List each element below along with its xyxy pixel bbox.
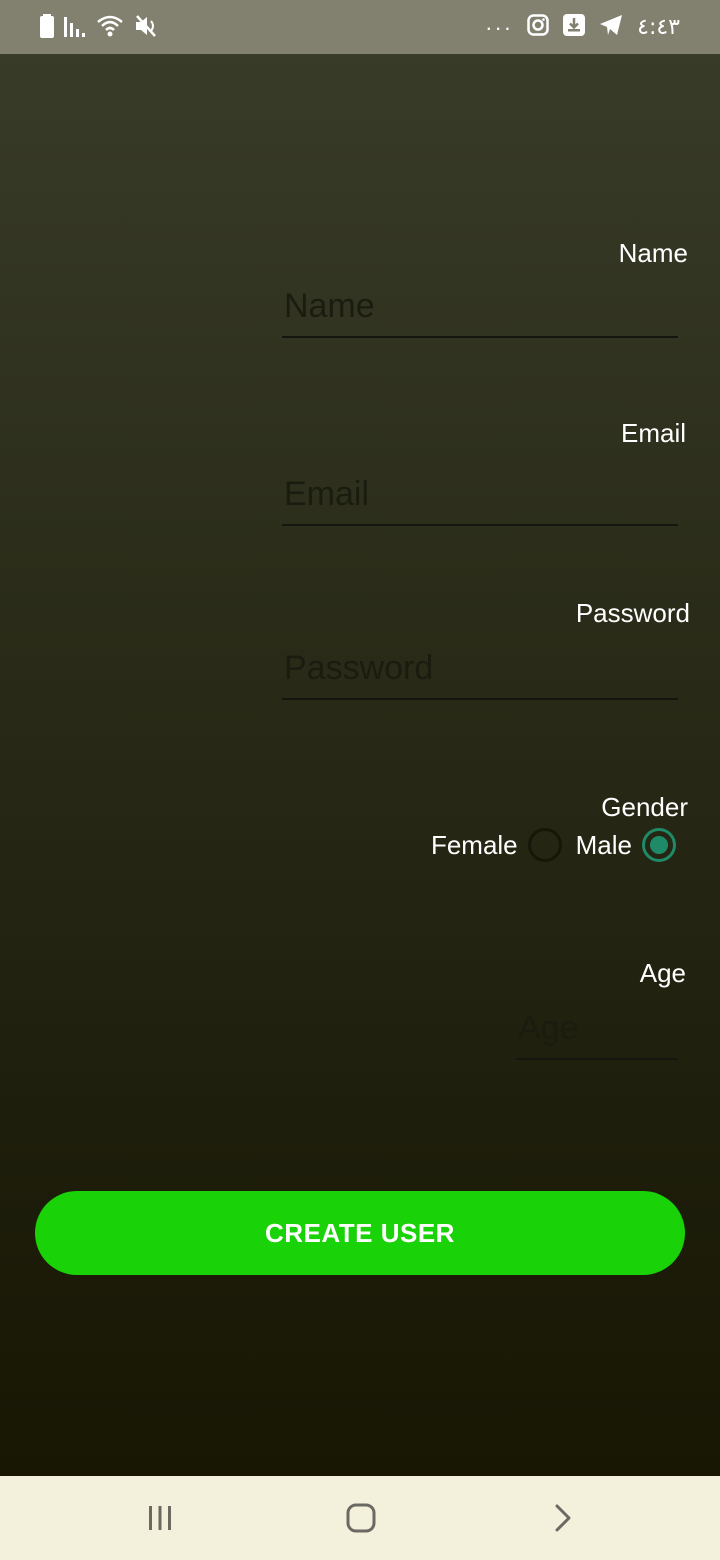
status-left-icons — [40, 14, 158, 43]
create-user-button[interactable]: CREATE USER — [35, 1191, 685, 1275]
password-input[interactable] — [282, 649, 678, 698]
create-user-form: Name Email Password Gender Female Male A… — [0, 54, 720, 1476]
age-label: Age — [639, 958, 686, 988]
name-label: Name — [618, 238, 688, 268]
female-radio[interactable] — [527, 828, 562, 862]
more-dots-icon: ··· — [485, 14, 514, 40]
password-field[interactable] — [282, 636, 678, 700]
password-label: Password — [575, 598, 690, 628]
status-right-icons: ··· ٤:٤٣ — [485, 14, 680, 41]
radio-selected-dot — [650, 836, 668, 854]
mute-icon — [134, 14, 158, 43]
status-bar: ··· ٤:٤٣ — [0, 0, 720, 54]
instagram-icon — [527, 14, 549, 41]
gender-label: Gender — [601, 792, 688, 822]
email-label: Email — [620, 418, 686, 448]
name-input[interactable] — [282, 287, 678, 336]
age-field[interactable] — [516, 1000, 678, 1060]
name-field[interactable] — [282, 276, 678, 338]
age-input[interactable] — [516, 1009, 678, 1058]
status-time: ٤:٤٣ — [637, 15, 680, 40]
back-icon[interactable] — [543, 1498, 583, 1538]
email-input[interactable] — [282, 475, 678, 524]
email-field[interactable] — [282, 464, 678, 526]
telegram-icon — [599, 14, 623, 41]
gender-radio-group: Female Male — [431, 828, 676, 862]
male-radio[interactable] — [642, 828, 676, 862]
male-option-label[interactable]: Male — [576, 830, 632, 861]
wifi-icon — [96, 14, 124, 43]
home-icon[interactable] — [341, 1498, 381, 1538]
download-icon — [563, 14, 586, 41]
female-option-label[interactable]: Female — [431, 830, 518, 861]
battery-icon — [40, 14, 54, 43]
signal-icon — [64, 15, 86, 42]
navigation-bar — [0, 1476, 720, 1560]
recent-apps-icon[interactable] — [140, 1498, 180, 1538]
